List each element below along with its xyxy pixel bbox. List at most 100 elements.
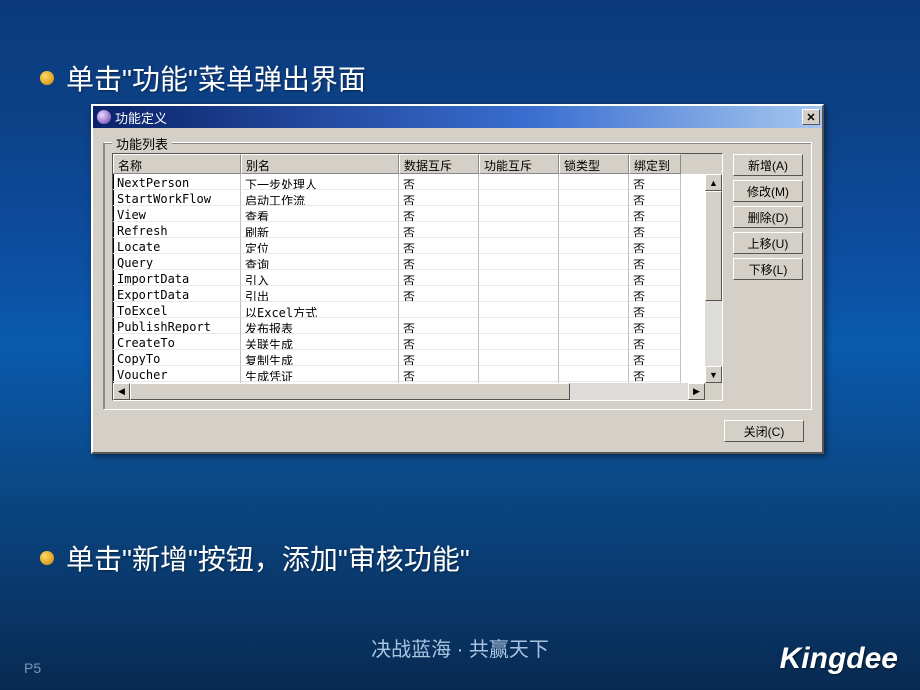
th-dmutex[interactable]: 数据互斥 [399,154,479,174]
cell-lock [559,270,629,286]
scroll-thumb-h[interactable] [130,383,570,400]
cell-fmutex [479,222,559,238]
scroll-right-icon[interactable]: ▶ [688,383,705,400]
th-bind[interactable]: 绑定到 [629,154,681,174]
cell-bind: 否 [629,206,681,222]
cell-alias: 以Excel方式 [241,302,399,318]
function-table[interactable]: 名称 别名 数据互斥 功能互斥 锁类型 绑定到 NextPerson下一步处理人… [112,153,723,401]
cell-bind: 否 [629,190,681,206]
th-name[interactable]: 名称 [113,154,241,174]
moveup-button[interactable]: 上移(U) [733,232,803,254]
cell-bind: 否 [629,270,681,286]
dialog-title: 功能定义 [115,108,167,127]
cell-dmutex: 否 [399,174,479,190]
scroll-thumb-v[interactable] [705,191,722,301]
page-number: P5 [24,660,41,676]
th-lock[interactable]: 锁类型 [559,154,629,174]
scroll-left-icon[interactable]: ◀ [113,383,130,400]
add-button[interactable]: 新增(A) [733,154,803,176]
scroll-up-icon[interactable]: ▲ [705,174,722,191]
cell-alias: 复制生成 [241,350,399,366]
cell-alias: 发布报表 [241,318,399,334]
cell-alias: 生成凭证 [241,366,399,382]
cell-bind: 否 [629,366,681,382]
movedown-button[interactable]: 下移(L) [733,258,803,280]
bullet-icon [40,551,54,565]
bullet-top-text: 单击"功能"菜单弹出界面 [66,58,366,98]
cell-lock [559,190,629,206]
table-row[interactable]: PublishReport发布报表否否 [113,318,722,334]
app-icon [97,110,111,124]
cell-fmutex [479,206,559,222]
table-row[interactable]: ImportData引入否否 [113,270,722,286]
titlebar[interactable]: 功能定义 ✕ [93,106,822,128]
cell-lock [559,238,629,254]
cell-dmutex: 否 [399,190,479,206]
cell-name: PublishReport [113,318,241,334]
cell-alias: 定位 [241,238,399,254]
cell-alias: 引出 [241,286,399,302]
cell-name: ToExcel [113,302,241,318]
cell-name: Locate [113,238,241,254]
cell-alias: 查询 [241,254,399,270]
table-row[interactable]: ExportData引出否否 [113,286,722,302]
cell-fmutex [479,270,559,286]
cell-fmutex [479,366,559,382]
cell-dmutex [399,302,479,318]
th-alias[interactable]: 别名 [241,154,399,174]
table-row[interactable]: Voucher生成凭证否否 [113,366,722,382]
table-row[interactable]: CreateTo关联生成否否 [113,334,722,350]
cell-alias: 下一步处理人 [241,174,399,190]
cell-bind: 否 [629,254,681,270]
cell-fmutex [479,190,559,206]
cell-name: NextPerson [113,174,241,190]
cell-dmutex: 否 [399,318,479,334]
close-button[interactable]: 关闭(C) [724,420,804,442]
side-buttons: 新增(A) 修改(M) 删除(D) 上移(U) 下移(L) [733,153,803,401]
cell-name: ImportData [113,270,241,286]
cell-lock [559,334,629,350]
cell-fmutex [479,334,559,350]
cell-fmutex [479,302,559,318]
cell-fmutex [479,174,559,190]
table-row[interactable]: Query查询否否 [113,254,722,270]
table-row[interactable]: CopyTo复制生成否否 [113,350,722,366]
cell-alias: 查看 [241,206,399,222]
cell-fmutex [479,254,559,270]
cell-lock [559,254,629,270]
cell-name: View [113,206,241,222]
table-row[interactable]: StartWorkFlow启动工作流否否 [113,190,722,206]
th-fmutex[interactable]: 功能互斥 [479,154,559,174]
table-row[interactable]: View查看否否 [113,206,722,222]
scroll-corner [705,383,722,400]
cell-alias: 引入 [241,270,399,286]
fieldset-legend: 功能列表 [112,134,172,153]
cell-bind: 否 [629,174,681,190]
cell-bind: 否 [629,222,681,238]
delete-button[interactable]: 删除(D) [733,206,803,228]
close-icon[interactable]: ✕ [802,109,820,125]
cell-fmutex [479,286,559,302]
cell-lock [559,286,629,302]
table-row[interactable]: Locate定位否否 [113,238,722,254]
cell-lock [559,350,629,366]
scroll-down-icon[interactable]: ▼ [705,366,722,383]
table-row[interactable]: ToExcel以Excel方式否 [113,302,722,318]
table-row[interactable]: Refresh刷新否否 [113,222,722,238]
cell-name: StartWorkFlow [113,190,241,206]
cell-name: Query [113,254,241,270]
edit-button[interactable]: 修改(M) [733,180,803,202]
dialog-function-define: 功能定义 ✕ 功能列表 名称 别名 数据互斥 功能互斥 锁类型 绑定到 Next… [91,104,824,454]
cell-fmutex [479,350,559,366]
bullet-icon [40,71,54,85]
bullet-bottom-text: 单击"新增"按钮，添加"审核功能" [66,538,470,578]
cell-alias: 刷新 [241,222,399,238]
cell-dmutex: 否 [399,254,479,270]
cell-bind: 否 [629,286,681,302]
horizontal-scrollbar[interactable]: ◀ ▶ [113,383,705,400]
table-row[interactable]: NextPerson下一步处理人否否 [113,174,722,190]
table-body[interactable]: NextPerson下一步处理人否否StartWorkFlow启动工作流否否Vi… [113,174,722,398]
cell-lock [559,318,629,334]
vertical-scrollbar[interactable]: ▲ ▼ [705,174,722,383]
fieldset-function-list: 功能列表 名称 别名 数据互斥 功能互斥 锁类型 绑定到 NextPerson下… [103,142,812,410]
